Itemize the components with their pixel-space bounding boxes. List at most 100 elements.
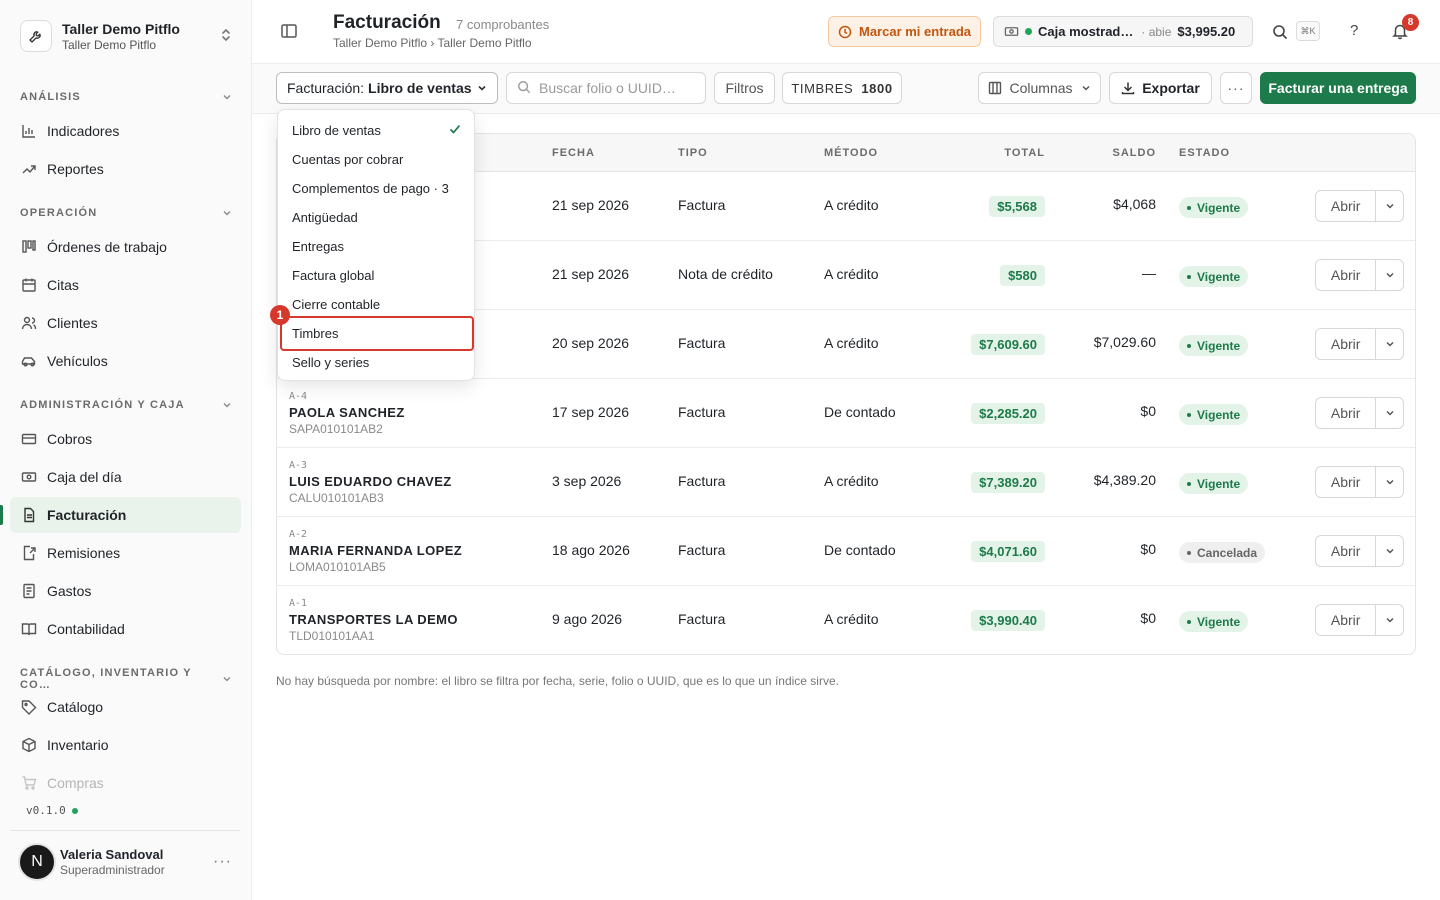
cash-icon	[1004, 24, 1019, 39]
sidebar-item-caja[interactable]: Caja del día	[10, 459, 241, 495]
org-switcher[interactable]: Taller Demo Pitflo Taller Demo Pitflo	[10, 10, 242, 62]
table-row[interactable]: A-3 LUIS EDUARDO CHAVEZ CALU010101AB3 3 sep…	[277, 448, 1415, 517]
column-fecha[interactable]: FECHA	[552, 147, 595, 159]
help-icon[interactable]: ?	[1350, 22, 1358, 39]
column-tipo[interactable]: TIPO	[678, 147, 708, 159]
table-row[interactable]: A-2 MARIA FERNANDA LOPEZ LOMA010101AB5 18 a…	[277, 517, 1415, 586]
section-administracion[interactable]: ADMINISTRACIÓN Y CAJA	[20, 399, 232, 411]
menu-item[interactable]: Complementos de pago · 3	[282, 174, 472, 202]
open-button-group: Abrir	[1315, 535, 1404, 567]
open-button[interactable]: Abrir	[1316, 398, 1377, 428]
invoice-total: $7,389.20	[971, 472, 1045, 493]
payment-method: A crédito	[824, 473, 879, 489]
sidebar-item-gastos[interactable]: Gastos	[10, 573, 241, 609]
sidebar-item-citas[interactable]: Citas	[10, 267, 241, 303]
more-options-button[interactable]: ···	[1220, 72, 1252, 104]
sidebar-item-indicadores[interactable]: Indicadores	[10, 113, 241, 149]
table-row[interactable]: A-1 TRANSPORTES LA DEMO TLD010101AA1 9 ago …	[277, 586, 1415, 654]
chevron-down-icon[interactable]	[1376, 260, 1403, 290]
open-button[interactable]: Abrir	[1316, 191, 1377, 221]
breadcrumb[interactable]: Taller Demo Pitflo › Taller Demo Pitflo	[333, 36, 532, 50]
status-badge: Vigente	[1179, 611, 1249, 632]
chevron-down-icon[interactable]	[1376, 398, 1403, 428]
stamps-button[interactable]: TIMBRES 1800	[782, 72, 902, 104]
search-input[interactable]	[539, 80, 699, 96]
export-button[interactable]: Exportar	[1109, 72, 1212, 104]
column-estado[interactable]: ESTADO	[1179, 147, 1230, 159]
invoice-date: 17 sep 2026	[552, 404, 630, 420]
file-export-icon	[20, 545, 37, 562]
search-field[interactable]	[506, 72, 706, 104]
column-total[interactable]: TOTAL	[1004, 147, 1045, 159]
page-title: Facturación	[333, 12, 441, 33]
open-button-group: Abrir	[1315, 604, 1404, 636]
record-count: 7 comprobantes	[456, 17, 550, 32]
filters-button[interactable]: Filtros	[714, 72, 775, 104]
client-rfc: CALU010101AB3	[289, 491, 384, 505]
client-rfc: SAPA010101AB2	[289, 422, 383, 436]
invoice-balance: —	[1142, 265, 1156, 281]
sidebar-item-remisiones[interactable]: Remisiones	[10, 535, 241, 571]
sidebar-item-contabilidad[interactable]: Contabilidad	[10, 611, 241, 647]
search-icon[interactable]	[1272, 24, 1288, 40]
chevron-down-icon[interactable]	[1376, 605, 1403, 635]
sidebar-item-cobros[interactable]: Cobros	[10, 421, 241, 457]
invoice-total: $5,568	[989, 196, 1045, 217]
chevron-down-icon[interactable]	[1376, 191, 1403, 221]
sidebar-item-facturacion[interactable]: Facturación	[10, 497, 241, 533]
status-dot	[1187, 481, 1191, 486]
wrench-icon	[20, 20, 52, 52]
open-button[interactable]: Abrir	[1316, 260, 1377, 290]
menu-item[interactable]: Sello y series	[282, 348, 472, 376]
client-name: PAOLA SANCHEZ	[289, 405, 405, 420]
invoice-total: $3,990.40	[971, 610, 1045, 631]
table-row[interactable]: A-4 PAOLA SANCHEZ SAPA010101AB2 17 sep 2026…	[277, 379, 1415, 448]
view-menu: Libro de ventas Cuentas por cobrar Complem…	[277, 109, 475, 381]
menu-item[interactable]: Factura global	[282, 261, 472, 289]
section-operacion[interactable]: OPERACIÓN	[20, 207, 232, 219]
cash-register-button[interactable]: Caja mostrad… · abie $3,995.20	[993, 16, 1253, 47]
sidebar-item-compras[interactable]: Compras	[10, 765, 241, 801]
open-button[interactable]: Abrir	[1316, 467, 1377, 497]
payment-method: A crédito	[824, 611, 879, 627]
more-icon[interactable]: ···	[213, 853, 232, 871]
column-metodo[interactable]: MÉTODO	[824, 147, 878, 159]
view-select[interactable]: Facturación: Libro de ventas	[276, 72, 498, 104]
open-button[interactable]: Abrir	[1316, 605, 1377, 635]
column-saldo[interactable]: SALDO	[1113, 147, 1157, 159]
chevron-down-icon[interactable]	[1376, 536, 1403, 566]
chevron-down-icon[interactable]	[1376, 467, 1403, 497]
invoice-folio: A-1	[289, 598, 308, 609]
section-catalogo[interactable]: CATÁLOGO, INVENTARIO Y CO…	[20, 667, 232, 691]
sidebar-item-clientes[interactable]: Clientes	[10, 305, 241, 341]
menu-item[interactable]: Antigüedad	[282, 203, 472, 231]
invoice-folio: A-2	[289, 529, 308, 540]
section-analisis[interactable]: ANÁLISIS	[20, 91, 232, 103]
sidebar-item-inventario[interactable]: Inventario	[10, 727, 241, 763]
footnote: No hay búsqueda por nombre: el libro se …	[276, 674, 839, 688]
avatar: N	[18, 843, 56, 881]
menu-item[interactable]: Timbres	[280, 316, 474, 351]
clock-in-button[interactable]: Marcar mi entrada	[828, 16, 981, 47]
user-menu[interactable]: N Valeria Sandoval Superadministrador ··…	[18, 842, 240, 882]
sidebar-toggle-icon[interactable]	[280, 22, 300, 42]
invoice-delivery-button[interactable]: Facturar una entrega	[1260, 72, 1416, 104]
sidebar-item-ordenes[interactable]: Órdenes de trabajo	[10, 229, 241, 265]
invoice-type: Factura	[678, 542, 726, 558]
org-subtitle: Taller Demo Pitflo	[62, 37, 157, 52]
columns-button[interactable]: Columnas	[978, 72, 1101, 104]
chevron-down-icon[interactable]	[1376, 329, 1403, 359]
shortcut-hint: ⌘K	[1296, 21, 1320, 41]
sidebar-item-vehiculos[interactable]: Vehículos	[10, 343, 241, 379]
sidebar-item-reportes[interactable]: Reportes	[10, 151, 241, 187]
menu-item[interactable]: Cierre contable	[282, 290, 472, 318]
open-button[interactable]: Abrir	[1316, 329, 1377, 359]
menu-item[interactable]: Cuentas por cobrar	[282, 145, 472, 173]
menu-item[interactable]: Entregas	[282, 232, 472, 260]
view-select-value: Libro de ventas	[368, 80, 472, 96]
open-button[interactable]: Abrir	[1316, 536, 1377, 566]
notification-badge: 8	[1402, 14, 1419, 31]
menu-item[interactable]: Libro de ventas	[282, 116, 472, 144]
sidebar-item-catalogo[interactable]: Catálogo	[10, 689, 241, 725]
status-badge: Vigente	[1179, 404, 1249, 425]
